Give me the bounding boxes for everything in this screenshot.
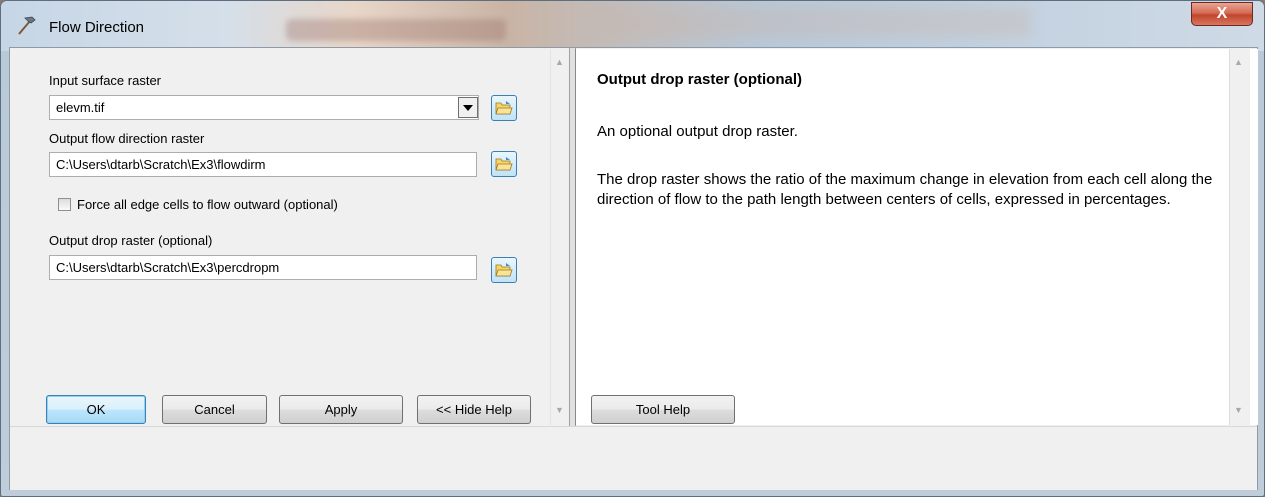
help-scrollbar[interactable]: ▲ ▼ <box>1229 49 1250 425</box>
help-paragraph-2: The drop raster shows the ratio of the m… <box>597 171 1213 208</box>
apply-button[interactable]: Apply <box>279 395 403 424</box>
input-surface-combobox[interactable]: elevm.tif <box>49 95 479 120</box>
window-title: Flow Direction <box>49 19 145 36</box>
drop-raster-label: Output drop raster (optional) <box>49 233 213 248</box>
output-flow-label: Output flow direction raster <box>49 131 205 146</box>
browse-input-surface-button[interactable] <box>491 95 517 121</box>
scroll-up-icon[interactable]: ▲ <box>1234 57 1243 67</box>
drop-raster-value: C:\Users\dtarb\Scratch\Ex3\percdropm <box>56 260 280 275</box>
input-surface-label: Input surface raster <box>49 73 161 88</box>
hide-help-button[interactable]: << Hide Help <box>417 395 531 424</box>
help-pane: Output drop raster (optional) An optiona… <box>575 49 1258 425</box>
help-title: Output drop raster (optional) <box>597 71 802 88</box>
scroll-down-icon[interactable]: ▼ <box>1234 405 1243 415</box>
browse-output-flow-button[interactable] <box>491 151 517 177</box>
scroll-down-icon[interactable]: ▼ <box>555 405 564 415</box>
force-edge-checkbox[interactable] <box>58 198 71 211</box>
parameters-scrollbar[interactable]: ▲ ▼ <box>550 49 569 425</box>
open-folder-icon <box>495 157 513 171</box>
hammer-icon <box>18 16 36 35</box>
button-bar <box>10 426 1257 490</box>
open-folder-icon <box>495 101 513 115</box>
scroll-up-icon[interactable]: ▲ <box>555 57 564 67</box>
parameters-pane: Input surface raster elevm.tif Output fl… <box>11 49 569 425</box>
close-button[interactable]: X <box>1191 2 1253 26</box>
open-folder-icon <box>495 263 513 277</box>
cancel-button[interactable]: Cancel <box>162 395 267 424</box>
output-flow-input[interactable]: C:\Users\dtarb\Scratch\Ex3\flowdirm <box>49 152 477 177</box>
background-blur <box>601 7 1031 37</box>
ok-button[interactable]: OK <box>46 395 146 424</box>
tool-help-button[interactable]: Tool Help <box>591 395 735 424</box>
chevron-down-icon[interactable] <box>458 97 478 118</box>
force-edge-label[interactable]: Force all edge cells to flow outward (op… <box>77 197 338 212</box>
input-surface-value: elevm.tif <box>56 100 105 115</box>
help-paragraph-1: An optional output drop raster. <box>597 123 798 140</box>
output-flow-value: C:\Users\dtarb\Scratch\Ex3\flowdirm <box>56 157 266 172</box>
drop-raster-input[interactable]: C:\Users\dtarb\Scratch\Ex3\percdropm <box>49 255 477 280</box>
dialog-window: Flow Direction X Input surface raster el… <box>0 0 1265 497</box>
background-blur <box>286 19 506 41</box>
browse-drop-raster-button[interactable] <box>491 257 517 283</box>
title-bar[interactable]: Flow Direction X <box>1 1 1264 51</box>
